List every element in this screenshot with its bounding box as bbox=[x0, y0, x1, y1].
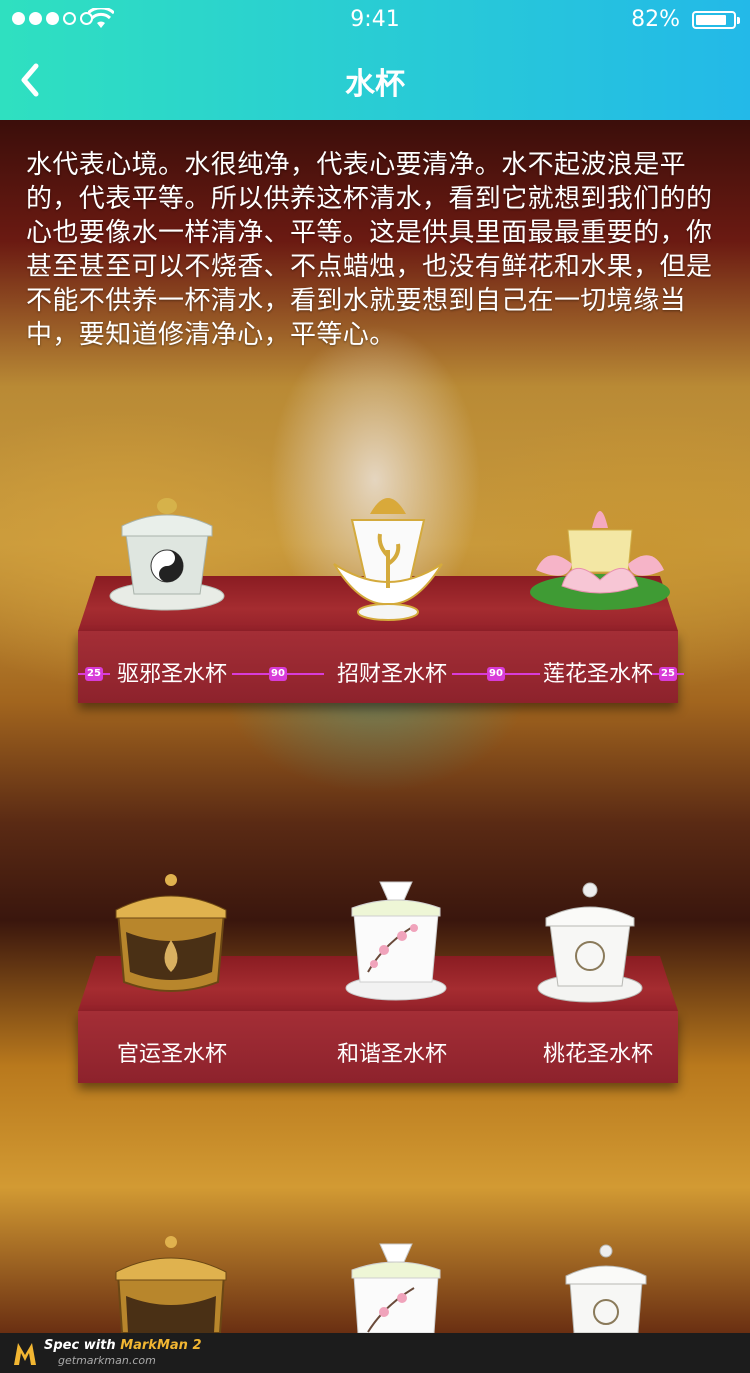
plum-blossom-jar-icon bbox=[351, 1243, 441, 1333]
markman-url: getmarkman.com bbox=[58, 1354, 156, 1367]
gold-lotus-jar-icon bbox=[115, 1236, 227, 1333]
golden-dragon-cup-icon[interactable] bbox=[330, 486, 446, 624]
page-title: 水杯 bbox=[345, 67, 405, 102]
cup-label[interactable]: 和谐圣水杯 bbox=[292, 1036, 492, 1068]
battery-icon bbox=[692, 11, 740, 29]
plum-blossom-jar-icon[interactable] bbox=[344, 874, 448, 1002]
spec-gap-annotation: 90 bbox=[452, 667, 540, 681]
cup-label[interactable]: 桃花圣水杯 bbox=[498, 1036, 698, 1068]
guanyin-cup-icon bbox=[565, 1244, 647, 1333]
battery-percentage: 82% bbox=[631, 7, 680, 32]
cup-label[interactable]: 官运圣水杯 bbox=[72, 1036, 272, 1068]
guanyin-cup-icon[interactable] bbox=[536, 880, 644, 1006]
spec-margin-annotation: 25 bbox=[78, 667, 110, 681]
status-bar: 9:41 82% bbox=[0, 0, 750, 40]
taiji-cup-icon[interactable] bbox=[108, 484, 226, 614]
spec-label: Spec with MarkMan 2 bbox=[44, 1338, 202, 1353]
markman-logo-icon bbox=[14, 1343, 36, 1365]
spec-margin-annotation: 25 bbox=[652, 667, 684, 681]
description-text: 水代表心境。水很纯净，代表心要清净。水不起波浪是平的，代表平等。所以供养这杯清水… bbox=[26, 150, 713, 350]
lotus-cup-icon[interactable] bbox=[528, 494, 672, 612]
nav-bar: 水杯 bbox=[0, 40, 750, 120]
markman-footer: Spec with MarkMan 2 getmarkman.com bbox=[0, 1333, 750, 1373]
gold-lotus-jar-icon[interactable] bbox=[108, 872, 234, 1000]
spec-gap-annotation: 90 bbox=[232, 667, 324, 681]
